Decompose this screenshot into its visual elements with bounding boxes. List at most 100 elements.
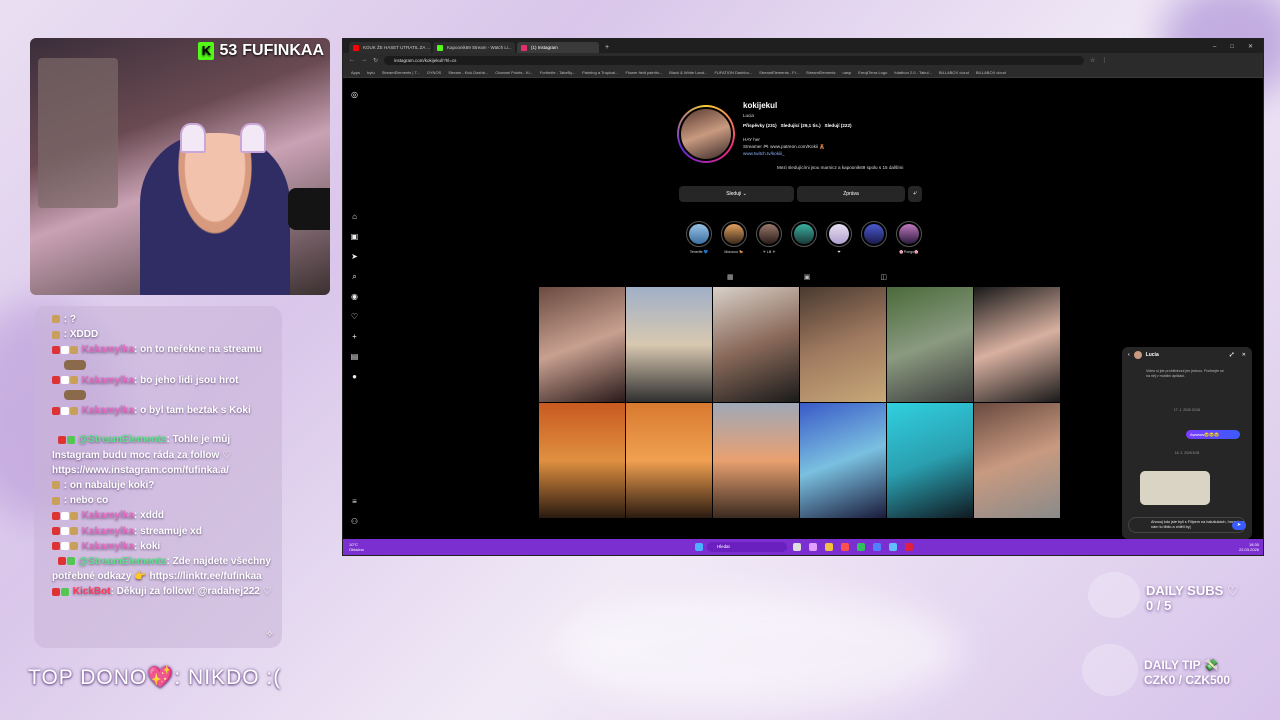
maximize-icon[interactable]: □	[1230, 42, 1234, 53]
add-user-button[interactable]: +ⁱ	[908, 186, 922, 202]
dm-media-attachment[interactable]	[1140, 471, 1210, 505]
home-icon[interactable]: ⌂	[350, 212, 359, 221]
file-explorer-icon[interactable]	[825, 543, 833, 551]
bookmark-star-icon[interactable]: ☆	[1090, 57, 1095, 64]
post-thumbnail[interactable]	[539, 287, 625, 402]
cat-ear-headphone	[180, 123, 206, 153]
bookmark[interactable]: uasp	[843, 67, 852, 77]
followers-count[interactable]: Sledující (29,1 tis.)	[781, 123, 821, 128]
bookmark[interactable]: Stream - Kick Dashb...	[448, 67, 488, 77]
send-icon[interactable]: ➤	[1232, 521, 1246, 530]
start-icon[interactable]	[695, 543, 703, 551]
task-view-icon[interactable]	[793, 543, 801, 551]
bookmark[interactable]: BILLABOX cloud	[939, 67, 969, 77]
windows-taskbar: 10°C Oblačno Hledat 18:30 22.03.2026	[343, 539, 1263, 555]
dashboard-icon[interactable]: ▤	[350, 352, 359, 361]
bookmark[interactable]: FUFATION Dashbo...	[714, 67, 752, 77]
post-thumbnail[interactable]	[887, 403, 973, 518]
bookmark[interactable]: OYNOS	[427, 67, 441, 77]
post-thumbnail[interactable]	[713, 287, 799, 402]
reels-icon[interactable]: ▣	[350, 232, 359, 241]
app-icon[interactable]	[905, 543, 913, 551]
posts-count[interactable]: Příspěvky (231)	[743, 123, 777, 128]
instagram-logo-icon[interactable]: ◎	[350, 90, 359, 99]
bookmark[interactable]: fufathon 2.0 - Tabul...	[894, 67, 932, 77]
search-icon[interactable]: ⌕	[350, 272, 359, 281]
post-thumbnail[interactable]	[626, 403, 712, 518]
story-highlight[interactable]: Tenerife 💙	[685, 221, 713, 254]
chrome-icon[interactable]	[841, 543, 849, 551]
post-thumbnail[interactable]	[626, 287, 712, 402]
story-highlight[interactable]	[860, 221, 888, 250]
post-thumbnail[interactable]	[713, 403, 799, 518]
create-icon[interactable]: +	[350, 332, 359, 341]
posts-grid-tab-icon[interactable]: ▦	[727, 273, 734, 281]
top-donor-label: TOP DONO💖: NIKDO :(	[28, 666, 282, 689]
reload-icon[interactable]: ↻	[373, 57, 378, 64]
new-tab-icon[interactable]: +	[601, 42, 613, 53]
chat-message: Kakamylka: o byl tam beztak s Koki	[52, 403, 272, 418]
chat-message: Kakamylka: koki	[52, 539, 272, 554]
post-thumbnail[interactable]	[800, 403, 886, 518]
spotify-icon[interactable]	[857, 543, 865, 551]
dm-message-input[interactable]: Ahoooj kdo jste byli s Filipem na halušu…	[1128, 517, 1246, 533]
app-icon[interactable]	[809, 543, 817, 551]
forward-icon[interactable]: →	[361, 57, 367, 63]
profile-link[interactable]: www.twitch.tv/kokiii_	[743, 151, 785, 156]
post-thumbnail[interactable]	[539, 403, 625, 518]
back-icon[interactable]: ←	[349, 57, 355, 63]
close-icon[interactable]: ✕	[1242, 352, 1252, 358]
messages-icon[interactable]: ➤	[350, 252, 359, 261]
bookmark[interactable]: Forthnite - TakeBy...	[540, 67, 575, 77]
bookmark[interactable]: bytu	[367, 67, 375, 77]
story-highlight[interactable]: ☀ Lill ☀	[755, 221, 783, 254]
bookmark[interactable]: BILLABOX cloud	[976, 67, 1006, 77]
post-thumbnail[interactable]	[974, 287, 1060, 402]
browser-tab[interactable]: KOUK ŽE HASET UTRATIL ZA ...	[349, 42, 431, 53]
expand-icon[interactable]: ⤢	[1230, 352, 1238, 358]
taskbar-search[interactable]: Hledat	[707, 542, 787, 552]
post-thumbnail[interactable]	[974, 403, 1060, 518]
following-button[interactable]: Sleduji ⌄	[679, 186, 794, 202]
browser-tab-active[interactable]: (1) Instagram	[517, 42, 599, 53]
bookmark[interactable]: Painting a Tropical...	[582, 67, 618, 77]
bookmark[interactable]: StreamElements | T...	[382, 67, 420, 77]
weather-widget[interactable]: 10°C Oblačno	[349, 542, 364, 552]
explore-icon[interactable]: ◉	[350, 292, 359, 301]
bookmark[interactable]: Channel Points - Ki...	[495, 67, 533, 77]
menu-icon[interactable]: ⋮	[1101, 57, 1107, 64]
notifications-icon[interactable]: ♡	[350, 312, 359, 321]
taskbar-clock[interactable]: 18:30 22.03.2026	[1239, 542, 1259, 552]
story-highlight[interactable]: 🌸Pongo🌸	[895, 221, 923, 254]
bookmark[interactable]: Black & White Land...	[669, 67, 707, 77]
app-icon[interactable]	[889, 543, 897, 551]
bookmark[interactable]: EmojiTerra Logo	[858, 67, 887, 77]
browser-tab[interactable]: Kapoonik69 Stream - Watch Li...	[433, 42, 515, 53]
post-thumbnail[interactable]	[800, 287, 886, 402]
story-highlight[interactable]: Morocco 🐎	[720, 221, 748, 254]
profile-avatar[interactable]	[677, 105, 735, 163]
bookmark[interactable]: StreamElements - Fi...	[759, 67, 799, 77]
followed-by-text[interactable]: Mezi sledujícími jsou marnicz a kapoonik…	[743, 165, 903, 170]
message-button[interactable]: Zpráva	[797, 186, 905, 202]
dm-avatar[interactable]	[1133, 351, 1142, 359]
dm-message: Video si jde prohlédnout jen jednou. Pod…	[1146, 369, 1224, 378]
more-menu-icon[interactable]: ≡	[350, 497, 359, 506]
bookmark[interactable]: StreamElements	[806, 67, 836, 77]
following-count[interactable]: Sledují (222)	[825, 123, 852, 128]
post-thumbnail[interactable]	[887, 287, 973, 402]
story-highlight[interactable]	[790, 221, 818, 250]
bookmark[interactable]: Apps	[351, 67, 360, 77]
channel-name: FUFINKAA	[242, 42, 324, 59]
url-input[interactable]: instagram.com/kokijekul/?hl=cs	[384, 55, 1085, 65]
story-highlight[interactable]: ❤	[825, 221, 853, 254]
minimize-icon[interactable]: –	[1213, 42, 1216, 53]
reels-tab-icon[interactable]: ▣	[804, 273, 811, 281]
bookmark[interactable]: Flower field paintin...	[626, 67, 663, 77]
profile-avatar-icon[interactable]: ●	[350, 372, 359, 381]
tagged-tab-icon[interactable]: ◫	[880, 273, 887, 281]
also-from-meta-icon[interactable]: ⚇	[350, 517, 359, 526]
close-icon[interactable]: ✕	[1248, 42, 1253, 53]
back-icon[interactable]: ‹	[1128, 352, 1130, 358]
app-icon[interactable]	[873, 543, 881, 551]
